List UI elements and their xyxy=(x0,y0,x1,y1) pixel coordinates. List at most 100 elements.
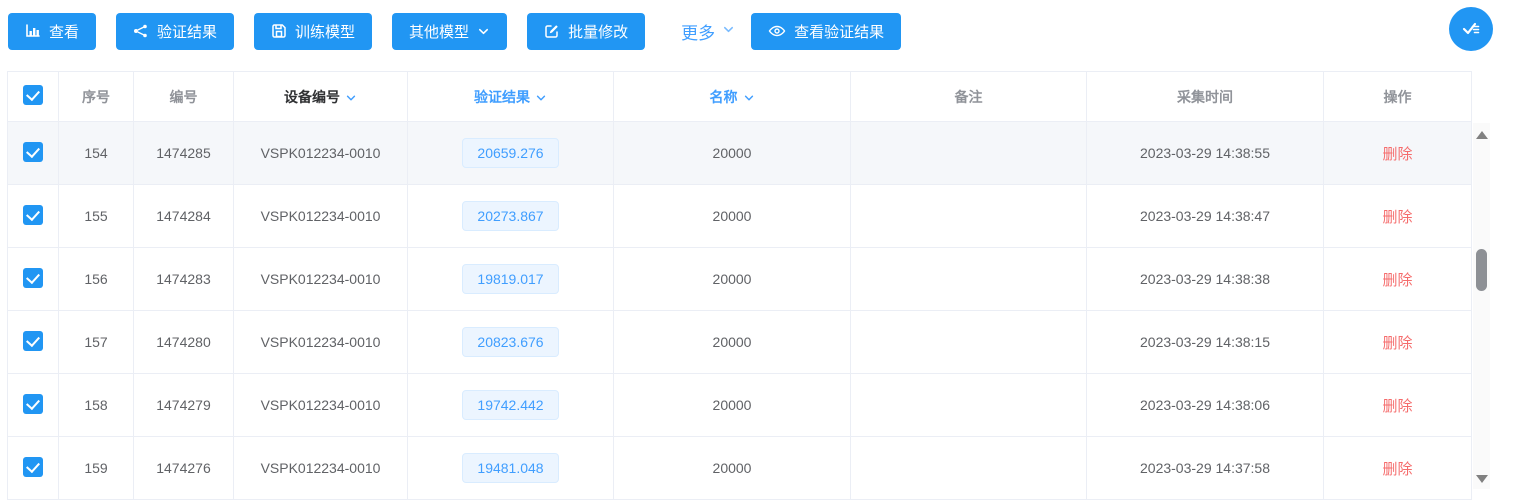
delete-link[interactable]: 删除 xyxy=(1382,272,1412,289)
table-row: 159 1474276 VSPK012234-0010 19481.048 20… xyxy=(7,436,1472,500)
delete-link[interactable]: 删除 xyxy=(1382,461,1412,478)
table-header: 序号 编号 设备编号 验证结果 名称 备注 采集时间 操作 xyxy=(7,71,1472,122)
result-cell: 20273.867 xyxy=(407,184,614,248)
column-header-action: 操作 xyxy=(1323,71,1472,122)
row-checkbox[interactable] xyxy=(23,204,43,225)
seq-cell: 156 xyxy=(58,247,134,311)
device-cell: VSPK012234-0010 xyxy=(233,247,408,311)
row-checkbox[interactable] xyxy=(23,141,43,162)
result-cell: 19481.048 xyxy=(407,436,614,500)
code-cell: 1474284 xyxy=(133,184,234,248)
view-button[interactable]: 查看 xyxy=(8,12,97,50)
action-cell: 删除 xyxy=(1323,436,1472,500)
eye-icon xyxy=(768,23,786,39)
code-cell: 1474279 xyxy=(133,373,234,437)
other-models-dropdown-button[interactable]: 其他模型 xyxy=(392,12,508,50)
device-cell: VSPK012234-0010 xyxy=(233,310,408,374)
name-cell: 20000 xyxy=(613,373,851,437)
seq-cell: 158 xyxy=(58,373,134,437)
sort-caret-icon[interactable] xyxy=(743,91,755,107)
row-select-cell xyxy=(7,310,59,374)
action-cell: 删除 xyxy=(1323,121,1472,185)
time-cell: 2023-03-29 14:38:38 xyxy=(1086,247,1324,311)
toolbar: 查看 验证结果 训练模型 其他模型 批量修改 更多 查看验证结果 xyxy=(0,0,1514,62)
vertical-scrollbar[interactable] xyxy=(1473,123,1490,489)
delete-link[interactable]: 删除 xyxy=(1382,209,1412,226)
result-badge[interactable]: 20659.276 xyxy=(462,138,559,168)
device-cell: VSPK012234-0010 xyxy=(233,121,408,185)
row-select-cell xyxy=(7,184,59,248)
row-select-cell xyxy=(7,247,59,311)
chevron-down-icon xyxy=(722,21,735,41)
more-dropdown[interactable]: 更多 xyxy=(681,19,735,44)
table-row: 154 1474285 VSPK012234-0010 20659.276 20… xyxy=(7,121,1472,185)
sort-caret-icon[interactable] xyxy=(535,91,547,107)
table-row: 158 1474279 VSPK012234-0010 19742.442 20… xyxy=(7,373,1472,437)
scroll-up-arrow-icon[interactable] xyxy=(1476,131,1488,139)
column-header-result[interactable]: 验证结果 xyxy=(407,71,614,122)
time-cell: 2023-03-29 14:38:15 xyxy=(1086,310,1324,374)
confirm-selection-fab[interactable] xyxy=(1449,7,1493,51)
column-header-name[interactable]: 名称 xyxy=(613,71,851,122)
device-cell: VSPK012234-0010 xyxy=(233,184,408,248)
code-cell: 1474276 xyxy=(133,436,234,500)
select-all-checkbox[interactable] xyxy=(23,85,43,105)
time-cell: 2023-03-29 14:38:06 xyxy=(1086,373,1324,437)
result-badge[interactable]: 19481.048 xyxy=(462,453,559,483)
action-cell: 删除 xyxy=(1323,310,1472,374)
column-header-remark: 备注 xyxy=(850,71,1087,122)
device-cell: VSPK012234-0010 xyxy=(233,436,408,500)
train-model-button-label: 训练模型 xyxy=(295,23,356,41)
row-checkbox[interactable] xyxy=(23,456,43,477)
seq-cell: 157 xyxy=(58,310,134,374)
seq-cell: 159 xyxy=(58,436,134,500)
time-cell: 2023-03-29 14:38:47 xyxy=(1086,184,1324,248)
name-cell: 20000 xyxy=(613,121,851,185)
remark-cell xyxy=(850,310,1087,374)
result-badge[interactable]: 20823.676 xyxy=(462,327,559,357)
view-verify-results-label: 查看验证结果 xyxy=(794,23,885,41)
column-header-seq: 序号 xyxy=(58,71,134,122)
code-cell: 1474280 xyxy=(133,310,234,374)
result-badge[interactable]: 20273.867 xyxy=(462,201,559,231)
delete-link[interactable]: 删除 xyxy=(1382,335,1412,352)
name-cell: 20000 xyxy=(613,310,851,374)
device-cell: VSPK012234-0010 xyxy=(233,373,408,437)
result-cell: 19819.017 xyxy=(407,247,614,311)
select-all-cell xyxy=(7,71,59,122)
result-badge[interactable]: 19742.442 xyxy=(462,390,559,420)
table-body: 154 1474285 VSPK012234-0010 20659.276 20… xyxy=(7,121,1472,500)
scrollbar-thumb[interactable] xyxy=(1476,249,1487,291)
name-cell: 20000 xyxy=(613,247,851,311)
table-row: 157 1474280 VSPK012234-0010 20823.676 20… xyxy=(7,310,1472,374)
result-cell: 19742.442 xyxy=(407,373,614,437)
column-header-device[interactable]: 设备编号 xyxy=(233,71,408,122)
delete-link[interactable]: 删除 xyxy=(1382,398,1412,415)
view-verify-results-button[interactable]: 查看验证结果 xyxy=(751,12,902,50)
seq-cell: 155 xyxy=(58,184,134,248)
seq-cell: 154 xyxy=(58,121,134,185)
row-select-cell xyxy=(7,121,59,185)
verify-result-button-label: 验证结果 xyxy=(157,23,218,41)
delete-link[interactable]: 删除 xyxy=(1382,146,1412,163)
train-model-button[interactable]: 训练模型 xyxy=(254,12,373,50)
batch-edit-button-label: 批量修改 xyxy=(568,23,629,41)
name-cell: 20000 xyxy=(613,184,851,248)
row-checkbox[interactable] xyxy=(23,267,43,288)
code-cell: 1474283 xyxy=(133,247,234,311)
row-select-cell xyxy=(7,436,59,500)
remark-cell xyxy=(850,121,1087,185)
row-select-cell xyxy=(7,373,59,437)
table-row: 156 1474283 VSPK012234-0010 19819.017 20… xyxy=(7,247,1472,311)
scroll-down-arrow-icon[interactable] xyxy=(1476,475,1488,483)
name-cell: 20000 xyxy=(613,436,851,500)
sort-caret-icon[interactable] xyxy=(345,91,357,107)
result-badge[interactable]: 19819.017 xyxy=(462,264,559,294)
edit-icon xyxy=(544,23,560,39)
batch-edit-button[interactable]: 批量修改 xyxy=(527,12,646,50)
verify-result-button[interactable]: 验证结果 xyxy=(116,12,235,50)
row-checkbox[interactable] xyxy=(23,330,43,351)
result-cell: 20659.276 xyxy=(407,121,614,185)
row-checkbox[interactable] xyxy=(23,393,43,414)
chevron-down-icon xyxy=(477,25,490,38)
